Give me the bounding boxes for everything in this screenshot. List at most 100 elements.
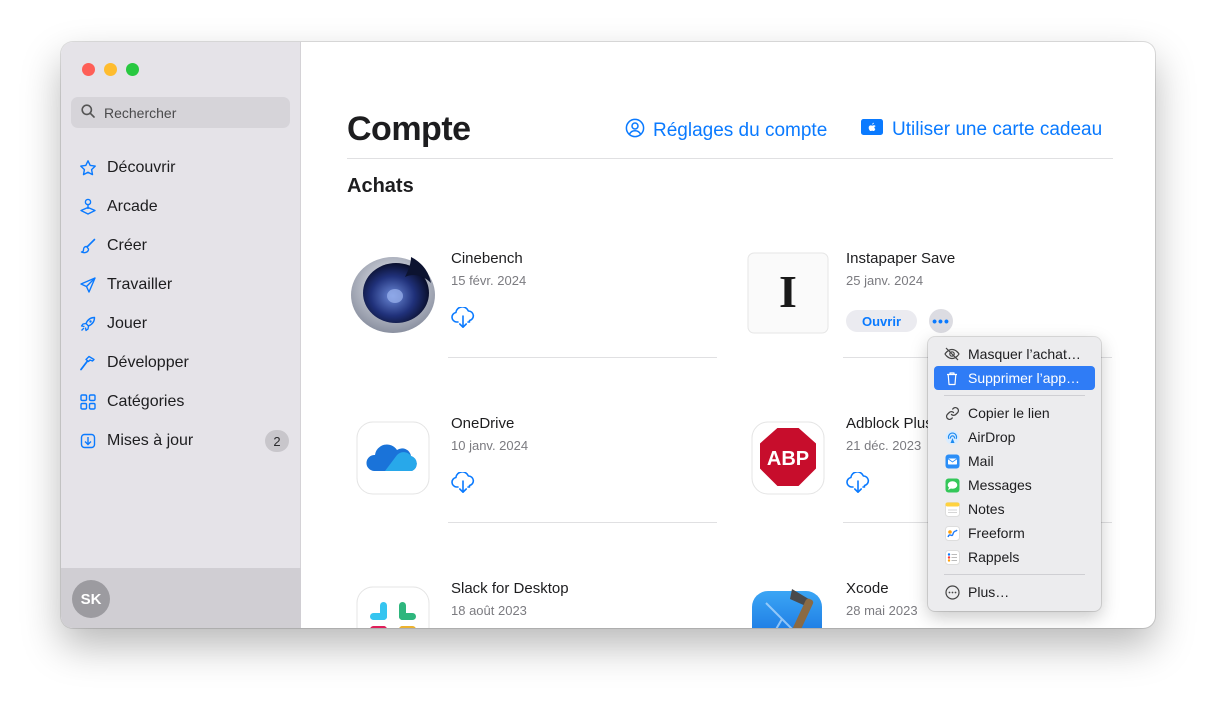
sidebar: Découvrir Arcade Créer Travailler bbox=[61, 42, 301, 628]
menu-item-airdrop[interactable]: AirDrop bbox=[934, 425, 1095, 449]
onedrive-icon bbox=[347, 412, 439, 504]
app-name: Adblock Plus bbox=[846, 415, 933, 432]
xcode-icon bbox=[742, 577, 834, 628]
purchase-item-onedrive: OneDrive 10 janv. 2024 bbox=[347, 412, 717, 562]
app-name: Slack for Desktop bbox=[451, 580, 569, 597]
sidebar-item-label: Jouer bbox=[107, 314, 148, 332]
purchase-date: 21 déc. 2023 bbox=[846, 438, 922, 453]
rocket-icon bbox=[79, 315, 97, 333]
row-separator bbox=[448, 357, 717, 358]
svg-text:ABP: ABP bbox=[767, 448, 809, 470]
menu-item-delete-app[interactable]: Supprimer l’app… bbox=[934, 366, 1095, 390]
star-icon bbox=[79, 159, 97, 177]
sidebar-item-arcade[interactable]: Arcade bbox=[71, 187, 293, 226]
menu-item-notes[interactable]: Notes bbox=[934, 497, 1095, 521]
cloud-download-icon bbox=[451, 306, 475, 328]
cloud-download-icon bbox=[451, 471, 475, 493]
ellipsis-circle-icon bbox=[944, 584, 960, 600]
header-divider bbox=[347, 158, 1113, 159]
window-controls bbox=[82, 63, 139, 76]
download-cloud-button[interactable] bbox=[450, 306, 476, 329]
notes-icon bbox=[944, 501, 960, 517]
account-settings-link[interactable]: Réglages du compte bbox=[625, 118, 827, 144]
instapaper-icon: I bbox=[742, 247, 834, 339]
updates-count-badge: 2 bbox=[265, 430, 289, 452]
ellipsis-icon: ••• bbox=[932, 313, 950, 329]
purchase-date: 28 mai 2023 bbox=[846, 603, 918, 618]
menu-separator bbox=[944, 574, 1085, 575]
sidebar-item-label: Travailler bbox=[107, 275, 173, 293]
brush-icon bbox=[79, 237, 97, 255]
redeem-gift-card-link[interactable]: Utiliser une carte cadeau bbox=[860, 118, 1102, 142]
context-menu: Masquer l’achat… Supprimer l’app… Copier… bbox=[928, 337, 1101, 611]
sidebar-item-label: Développer bbox=[107, 353, 189, 371]
sidebar-item-create[interactable]: Créer bbox=[71, 226, 293, 265]
sidebar-item-label: Découvrir bbox=[107, 158, 176, 176]
download-square-icon bbox=[79, 432, 97, 450]
link-icon bbox=[944, 405, 960, 421]
app-name: OneDrive bbox=[451, 415, 515, 432]
download-cloud-button[interactable] bbox=[845, 471, 871, 494]
sidebar-item-work[interactable]: Travailler bbox=[71, 265, 293, 304]
sidebar-item-develop[interactable]: Développer bbox=[71, 343, 293, 382]
menu-item-label: Notes bbox=[968, 501, 1005, 517]
menu-item-label: AirDrop bbox=[968, 429, 1016, 445]
purchase-item-cinebench: Cinebench 15 févr. 2024 bbox=[347, 247, 717, 397]
menu-item-mail[interactable]: Mail bbox=[934, 449, 1095, 473]
app-name: Instapaper Save bbox=[846, 250, 956, 267]
grid-icon bbox=[79, 393, 97, 411]
gift-card-label: Utiliser une carte cadeau bbox=[892, 119, 1103, 140]
search-field[interactable] bbox=[71, 97, 290, 128]
menu-item-reminders[interactable]: Rappels bbox=[934, 545, 1095, 569]
person-circle-icon bbox=[625, 118, 645, 144]
purchase-date: 25 janv. 2024 bbox=[846, 273, 924, 288]
adblock-icon: ABP bbox=[742, 412, 834, 504]
slack-icon bbox=[347, 577, 439, 628]
sidebar-item-label: Créer bbox=[107, 236, 148, 254]
reminders-icon bbox=[944, 549, 960, 565]
more-options-button[interactable]: ••• bbox=[929, 309, 953, 333]
paperplane-icon bbox=[79, 276, 97, 294]
menu-separator bbox=[944, 395, 1085, 396]
menu-item-label: Masquer l’achat… bbox=[968, 346, 1081, 362]
purchase-item-slack: Slack for Desktop 18 août 2023 bbox=[347, 577, 707, 628]
cinebench-icon bbox=[347, 247, 439, 339]
menu-item-label: Copier le lien bbox=[968, 405, 1050, 421]
minimize-window-button[interactable] bbox=[104, 63, 117, 76]
purchase-date: 18 août 2023 bbox=[451, 603, 527, 618]
trash-icon bbox=[944, 370, 960, 386]
joystick-icon bbox=[79, 198, 97, 216]
download-cloud-button[interactable] bbox=[450, 471, 476, 494]
close-window-button[interactable] bbox=[82, 63, 95, 76]
sidebar-footer: SK bbox=[61, 568, 301, 628]
menu-item-label: Supprimer l’app… bbox=[968, 370, 1081, 386]
sidebar-item-label: Arcade bbox=[107, 197, 158, 215]
menu-item-label: Freeform bbox=[968, 525, 1025, 541]
menu-item-freeform[interactable]: Freeform bbox=[934, 521, 1095, 545]
menu-item-more[interactable]: Plus… bbox=[934, 580, 1095, 604]
menu-item-messages[interactable]: Messages bbox=[934, 473, 1095, 497]
purchases-title: Achats bbox=[347, 175, 414, 197]
svg-text:I: I bbox=[779, 266, 797, 317]
menu-item-label: Mail bbox=[968, 453, 994, 469]
cloud-download-icon bbox=[846, 471, 870, 493]
zoom-window-button[interactable] bbox=[126, 63, 139, 76]
account-avatar[interactable]: SK bbox=[72, 580, 110, 618]
sidebar-item-discover[interactable]: Découvrir bbox=[71, 148, 293, 187]
menu-item-hide-purchase[interactable]: Masquer l’achat… bbox=[934, 342, 1095, 366]
menu-item-copy-link[interactable]: Copier le lien bbox=[934, 401, 1095, 425]
sidebar-item-categories[interactable]: Catégories bbox=[71, 382, 293, 421]
airdrop-icon bbox=[944, 429, 960, 445]
menu-item-label: Rappels bbox=[968, 549, 1020, 565]
freeform-icon bbox=[944, 525, 960, 541]
messages-icon bbox=[944, 477, 960, 493]
sidebar-item-label: Mises à jour bbox=[107, 431, 194, 449]
open-app-button[interactable]: Ouvrir bbox=[846, 310, 917, 332]
sidebar-nav: Découvrir Arcade Créer Travailler Jouer … bbox=[71, 148, 293, 460]
sidebar-item-label: Catégories bbox=[107, 392, 185, 410]
eye-slash-icon bbox=[944, 346, 960, 362]
app-name: Cinebench bbox=[451, 250, 523, 267]
search-input[interactable] bbox=[104, 104, 274, 121]
sidebar-item-play[interactable]: Jouer bbox=[71, 304, 293, 343]
sidebar-item-updates[interactable]: Mises à jour 2 bbox=[71, 421, 293, 460]
